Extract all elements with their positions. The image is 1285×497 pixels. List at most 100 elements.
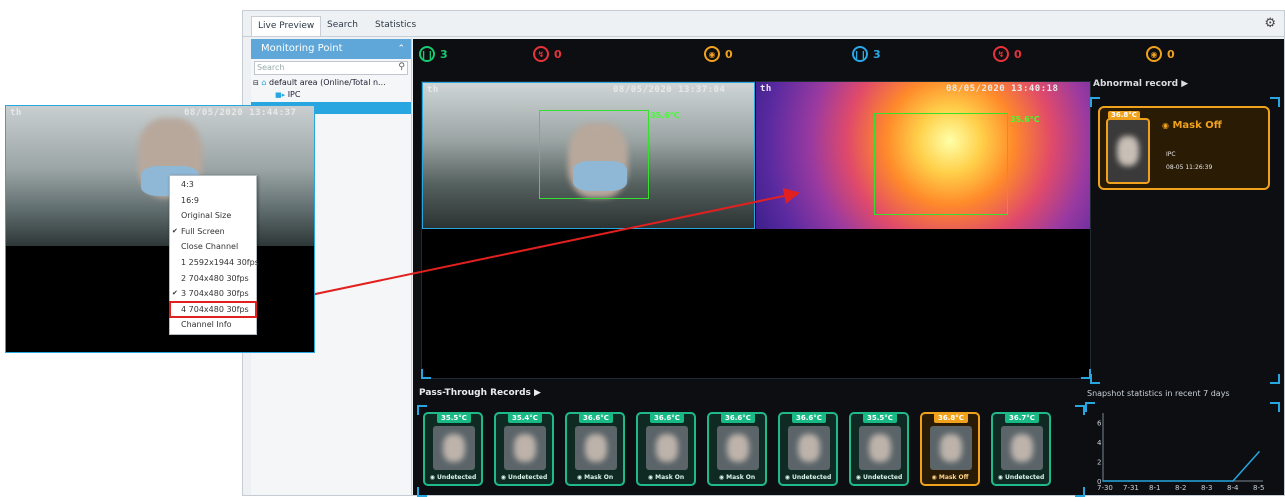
pass-through-card[interactable]: 36.6°C ◉ Mask On [565,412,625,486]
abnormal-record-header[interactable]: Abnormal record ▶ [1093,79,1188,89]
pass-through-card[interactable]: 36.7°C ◉ Undetected [991,412,1051,486]
x-tick-label: 8-5 [1253,484,1264,492]
popup-camera-image[interactable] [6,106,314,246]
data-point [1154,480,1156,482]
data-point [1180,480,1182,482]
pass-through-card[interactable]: 35.4°C ◉ Undetected [494,412,554,486]
abnormal-record-title: Abnormal record [1093,79,1179,89]
pass-through-card[interactable]: 36.6°C ◉ Mask On [636,412,696,486]
search-input[interactable]: Search ⚲ [254,61,408,75]
camera-osd-time: 08/05/2020 13:37:04 [613,85,726,95]
data-point [1258,451,1260,453]
stat-item: ❙❙ 3 [419,45,448,63]
mask-icon: ◉ [704,46,720,62]
menu-item-label: 4:3 [181,180,194,189]
menu-item[interactable]: 1 2592x1944 30fps [170,255,259,271]
camera-osd-label: th [427,85,439,95]
menu-item[interactable]: Channel Info [170,317,256,333]
menu-item[interactable]: 2 704x480 30fps [170,271,256,287]
snapshot-chart: 02467-30 7-31 8-1 8-2 8-3 8-4 8-5 [1089,405,1275,493]
x-tick-label: 8-1 [1149,484,1160,492]
temp-badge: 36.6°C [579,413,613,423]
pass-through-card[interactable]: 35.5°C ◉ Undetected [423,412,483,486]
record-status: ◉ Undetected [780,474,836,481]
face-temp-label: 35.6°C [650,111,680,120]
face-image [443,434,465,462]
tree-item-default-area[interactable]: ⊟ ⌂ default area (Online/Total n... [251,77,411,89]
mask-icon: ◉ [1162,121,1169,130]
expand-icon[interactable]: ⊟ [253,79,259,87]
play-icon[interactable]: ▶ [534,388,541,398]
monitoring-point-header[interactable]: Monitoring Point ⌃ [251,39,411,59]
device-label: IPC [287,90,301,99]
chevron-up-icon[interactable]: ⌃ [397,39,405,59]
record-status: ◉ Mask Off [922,474,978,481]
data-point [1206,480,1208,482]
temp-badge: 36.6°C [721,413,755,423]
popup-osd-time: 08/05/2020 13:44:37 [184,108,297,118]
pass-through-card[interactable]: 36.6°C ◉ Undetected [778,412,838,486]
menu-item[interactable]: 4:3 [170,177,256,193]
temp-badge: 35.5°C [863,413,897,423]
temp-badge: 36.7°C [1005,413,1039,423]
y-tick-label: 2 [1097,459,1101,467]
record-status: ◉ Undetected [425,474,481,481]
search-placeholder: Search [257,63,285,72]
context-menu: 4:3 16:9 Original Size ✔ Full Screen Close Ch… [169,175,259,335]
tab-search[interactable]: Search [321,16,364,36]
frame-corner [1270,374,1280,384]
popup-camera-view[interactable]: th 08/05/2020 13:44:37 [5,105,315,353]
gear-icon[interactable]: ⚙ [1264,16,1276,31]
menu-item-label: 16:9 [181,195,199,205]
menu-item[interactable]: Close Channel [170,239,256,255]
face-image [656,434,678,462]
frame-corner [1075,405,1085,415]
menu-item[interactable]: ✔ Full Screen [170,224,256,240]
mask-icon: ◉ [855,474,864,481]
record-status-label: Undetected [437,474,477,481]
temp-badge: 36.6°C [650,413,684,423]
camera-view[interactable]: th 08/05/2020 13:37:04 35.6°C [422,82,755,229]
pass-through-card[interactable]: 36.6°C ◉ Mask On [707,412,767,486]
stat-count: 3 [873,47,881,61]
x-tick-label: 7-30 [1097,484,1113,492]
menu-item[interactable]: 4 704x480 30fps [169,300,257,319]
play-icon[interactable]: ▶ [1181,79,1188,89]
menu-item[interactable]: Original Size [170,208,256,224]
face-image [727,434,749,462]
video-grid[interactable]: th 08/05/2020 13:37:04 35.6°C th 08/05/2… [421,81,1091,379]
menu-item[interactable]: 16:9 [170,193,256,209]
face-image [798,434,820,462]
stat-count: 0 [725,47,733,61]
pass-through-card[interactable]: 36.8°C ◉ Mask Off [920,412,980,486]
pass-through-header[interactable]: Pass-Through Records ▶ [419,388,541,398]
record-photo [575,426,617,470]
record-photo [859,426,901,470]
stat-item: ↯ 0 [533,45,562,63]
tab-statistics[interactable]: Statistics [369,16,422,36]
tab-live-preview[interactable]: Live Preview [251,16,322,36]
record-status-label: Undetected [508,474,548,481]
record-photo [930,426,972,470]
pass-through-card[interactable]: 35.5°C ◉ Undetected [849,412,909,486]
menu-item-label: Original Size [181,211,232,221]
abnormal-status-label: Mask Off [1172,120,1222,131]
abnormal-record-card[interactable]: 36.8°C ◉ Mask Off IPC 08-05 11:26:39 [1098,106,1270,190]
thermal-view[interactable]: th 08/05/2020 13:40:18 35.6°C [756,82,1090,229]
mask-icon: ◉ [429,474,438,481]
record-status: ◉ Mask On [709,474,765,481]
mask-icon: ◉ [500,474,509,481]
frame-corner [1090,97,1100,107]
thermometer-icon: ↯ [533,46,549,62]
data-point [1102,480,1104,482]
pass-through-title: Pass-Through Records [419,388,531,398]
record-status: ◉ Mask On [567,474,623,481]
record-status: ◉ Undetected [496,474,552,481]
stat-count: 0 [554,47,562,61]
menu-item-label: 1 2592x1944 30fps [181,257,259,267]
record-status: ◉ Undetected [851,474,907,481]
record-status-label: Undetected [1005,474,1045,481]
search-icon[interactable]: ⚲ [398,61,405,73]
tree-item-ipc[interactable]: ■▸ IPC [251,89,411,101]
menu-item[interactable]: ✔ 3 704x480 30fps [170,286,256,302]
